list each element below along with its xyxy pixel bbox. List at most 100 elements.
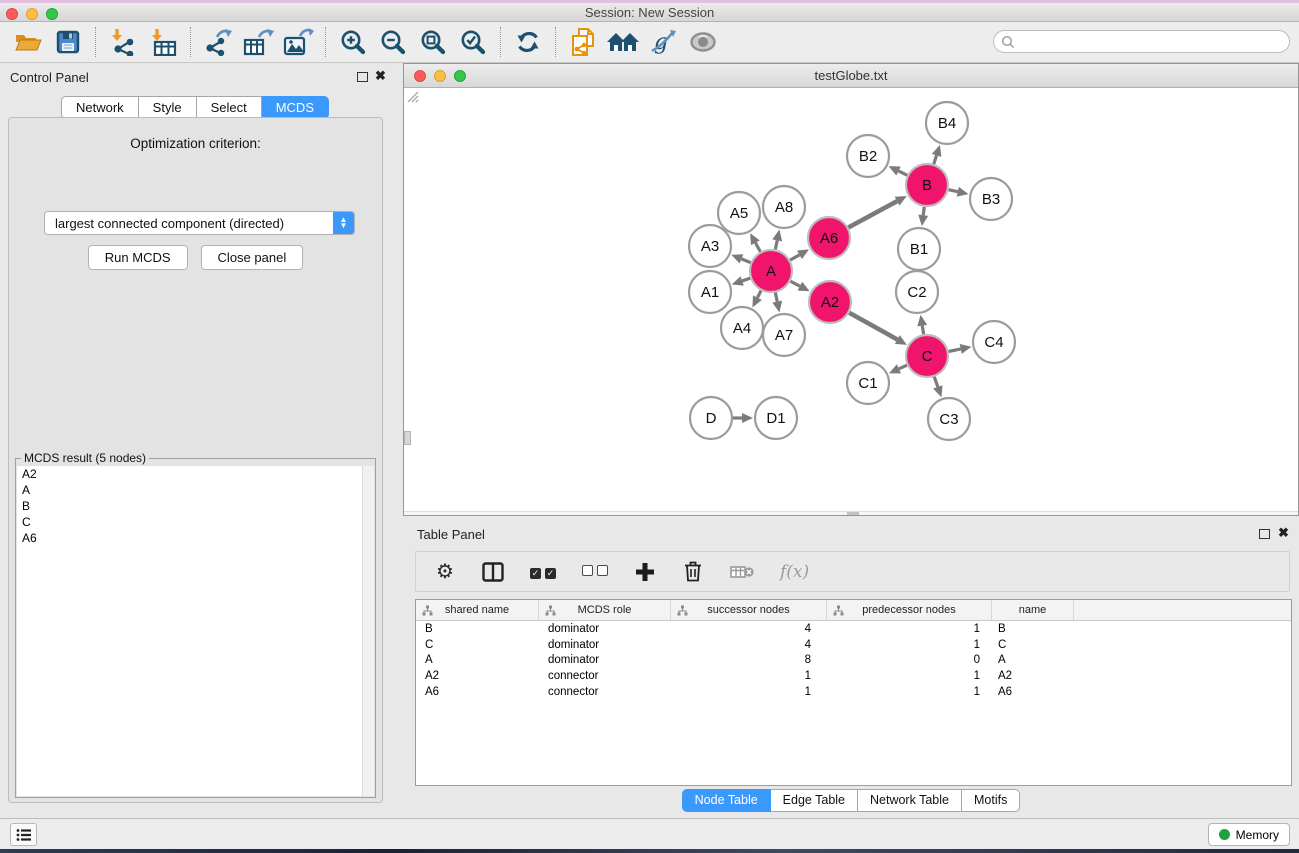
result-list-item[interactable]: A2 [17, 466, 362, 482]
edge-A-A1[interactable] [742, 278, 750, 281]
zoom-selected-icon [460, 29, 486, 55]
mcds-result-list[interactable]: A2ABCA6 [17, 466, 362, 796]
tab-select[interactable]: Select [197, 96, 262, 119]
network-graph[interactable]: AA1A2A3A4A5A6A7A8BB1B2B3B4CC1C2C3C4DD1 [404, 88, 1298, 515]
search-input[interactable] [1015, 35, 1289, 49]
edge-B-B1[interactable] [923, 207, 924, 215]
edge-A-A8[interactable] [775, 240, 777, 249]
edge-arrowhead [932, 145, 942, 157]
application-window: Session: New Session [0, 0, 1299, 853]
result-list-scrollbar[interactable] [362, 466, 374, 796]
task-history-button[interactable] [10, 823, 37, 846]
edge-C-C3[interactable] [934, 377, 938, 387]
edge-A-A5[interactable] [755, 243, 760, 252]
create-column-button[interactable] [634, 559, 656, 585]
select-all-button[interactable]: ✓✓ [530, 559, 556, 585]
column-header-shared-name[interactable]: shared name [416, 600, 539, 620]
edge-C-C4[interactable] [949, 349, 961, 352]
unchecked-checkboxes-icon [582, 563, 608, 581]
float-panel-icon[interactable] [357, 72, 368, 82]
duplicate-network-button[interactable] [565, 25, 601, 59]
network-view-window: testGlobe.txt AA1A2A3A4A5A6A7A8BB1B2B3B4… [403, 63, 1299, 516]
network-canvas[interactable]: AA1A2A3A4A5A6A7A8BB1B2B3B4CC1C2C3C4DD1 [404, 88, 1298, 515]
table-row[interactable]: A2connector11A2 [416, 668, 1291, 684]
column-header-predecessor-nodes[interactable]: predecessor nodes [827, 600, 992, 620]
export-image-button[interactable] [280, 25, 316, 59]
edge-A-A6[interactable] [790, 255, 799, 260]
node-table[interactable]: shared nameMCDS rolesuccessor nodesprede… [415, 599, 1292, 786]
deselect-all-button[interactable] [582, 559, 608, 585]
tab-network-table[interactable]: Network Table [858, 789, 962, 812]
tab-motifs[interactable]: Motifs [962, 789, 1020, 812]
table-panel-header: Table Panel ✖ [403, 520, 1299, 546]
edge-B-B2[interactable] [899, 171, 908, 175]
edge-A2-C[interactable] [849, 313, 897, 340]
tab-edge-table[interactable]: Edge Table [771, 789, 858, 812]
edge-A-A7[interactable] [775, 293, 777, 302]
column-header-MCDS-role[interactable]: MCDS role [539, 600, 671, 620]
network-horizontal-scrollbar[interactable] [404, 511, 1298, 515]
delete-column-button[interactable] [682, 559, 704, 585]
result-list-item[interactable]: A [17, 482, 362, 498]
tab-network[interactable]: Network [61, 96, 139, 119]
show-column-button[interactable] [482, 559, 504, 585]
edge-B-B3[interactable] [948, 190, 957, 192]
tab-node-table[interactable]: Node Table [682, 789, 771, 812]
search-field[interactable] [993, 30, 1290, 53]
zoom-fit-button[interactable] [415, 25, 451, 59]
table-row[interactable]: A6connector11A6 [416, 684, 1291, 700]
export-network-button[interactable] [200, 25, 236, 59]
visibility-button[interactable] [685, 25, 721, 59]
edge-A-A3[interactable] [741, 259, 750, 263]
zoom-out-button[interactable] [375, 25, 411, 59]
node-label-C2: C2 [907, 284, 926, 301]
zoom-in-button[interactable] [335, 25, 371, 59]
network-horizontal-scrollbar-thumb[interactable] [847, 512, 859, 515]
edge-A6-B[interactable] [848, 201, 897, 227]
function-builder-button[interactable]: f(x) [780, 559, 809, 585]
result-list-item[interactable]: A6 [17, 530, 362, 546]
table-row[interactable]: Cdominator41C [416, 637, 1291, 653]
import-network-button[interactable] [105, 25, 141, 59]
list-icon [16, 828, 32, 842]
tab-mcds[interactable]: MCDS [262, 96, 329, 119]
criterion-dropdown[interactable]: largest connected component (directed) ▲… [44, 211, 355, 235]
edge-A-A2[interactable] [790, 281, 799, 286]
import-table-button[interactable] [145, 25, 181, 59]
result-list-item[interactable]: B [17, 498, 362, 514]
table-cell: 1 [827, 623, 992, 635]
table-row[interactable]: Adominator80A [416, 653, 1291, 669]
save-session-button[interactable] [50, 25, 86, 59]
edge-C-C1[interactable] [899, 365, 907, 369]
column-header-successor-nodes[interactable]: successor nodes [671, 600, 827, 620]
table-panel-title: Table Panel [417, 527, 485, 542]
export-table-button[interactable] [240, 25, 276, 59]
node-label-C3: C3 [939, 411, 958, 428]
float-table-panel-icon[interactable] [1259, 529, 1270, 539]
table-cell: A [992, 654, 1074, 666]
home-button[interactable] [605, 25, 641, 59]
export-table-icon [242, 28, 274, 56]
close-panel-button[interactable]: Close panel [201, 245, 304, 270]
run-mcds-button[interactable]: Run MCDS [88, 245, 188, 270]
network-vertical-scrollbar-thumb[interactable] [404, 431, 411, 445]
annotation-toggle-button[interactable]: g [645, 25, 681, 59]
table-settings-button[interactable]: ⚙ [434, 559, 456, 585]
result-list-item[interactable]: C [17, 514, 362, 530]
resize-grip-icon[interactable] [404, 88, 419, 103]
memory-button[interactable]: Memory [1208, 823, 1290, 846]
table-cell: A [416, 654, 539, 666]
table-cell: 4 [671, 639, 827, 651]
close-table-panel-icon[interactable]: ✖ [1278, 525, 1289, 541]
refresh-button[interactable] [510, 25, 546, 59]
close-panel-icon[interactable]: ✖ [375, 68, 386, 84]
open-session-button[interactable] [10, 25, 46, 59]
zoom-selected-button[interactable] [455, 25, 491, 59]
column-header-name[interactable]: name [992, 600, 1074, 620]
edge-B-B4[interactable] [934, 155, 937, 164]
edge-C-C2[interactable] [922, 326, 923, 335]
edge-A-A4[interactable] [757, 291, 761, 298]
delete-table-button[interactable] [730, 559, 754, 585]
tab-style[interactable]: Style [139, 96, 197, 119]
table-row[interactable]: Bdominator41B [416, 621, 1291, 637]
